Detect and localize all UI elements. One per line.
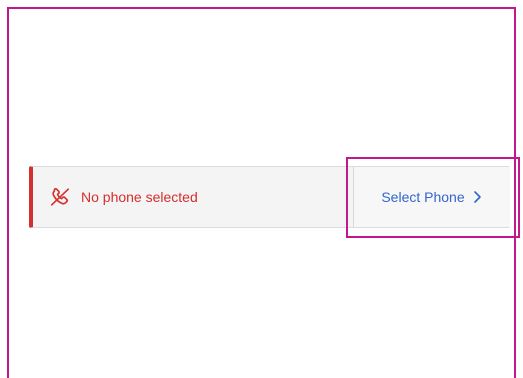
no-phone-selected-text: No phone selected bbox=[81, 189, 198, 205]
phone-selection-bar: No phone selected Select Phone bbox=[29, 166, 510, 228]
phone-disabled-icon bbox=[49, 186, 71, 208]
select-phone-label: Select Phone bbox=[381, 189, 465, 205]
phone-status: No phone selected bbox=[49, 167, 198, 227]
chevron-right-icon bbox=[473, 190, 483, 204]
select-phone-button[interactable]: Select Phone bbox=[353, 167, 510, 227]
